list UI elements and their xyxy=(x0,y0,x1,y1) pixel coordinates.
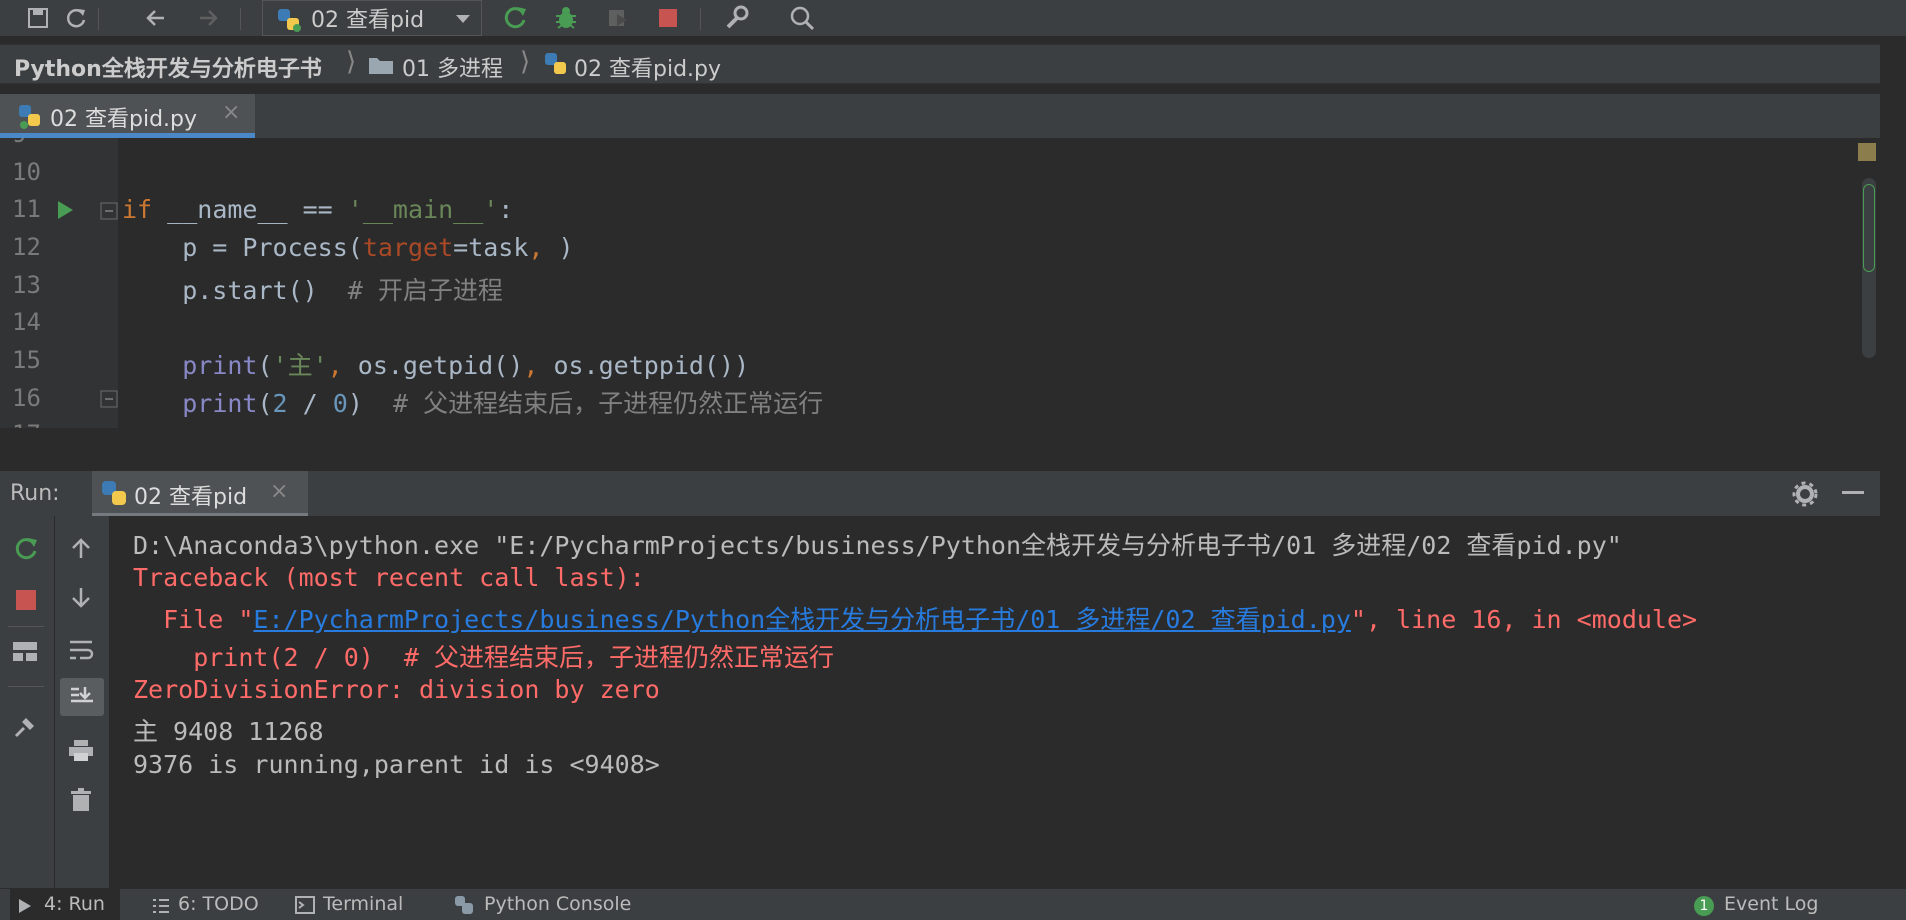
run-tab[interactable]: 02 查看pid × xyxy=(92,471,308,517)
editor-scrollbar[interactable] xyxy=(1862,178,1876,358)
run-panel-header: Run: 02 查看pid × xyxy=(0,470,1880,517)
python-icon xyxy=(100,479,128,511)
forward-icon[interactable] xyxy=(194,4,222,32)
console-line: print(2 / 0) # 父进程结束后，子进程仍然正常运行 xyxy=(133,643,835,672)
python-file-icon xyxy=(542,50,570,84)
line-number: 15 xyxy=(12,346,41,374)
console-line: D:\Anaconda3\python.exe "E:/PycharmProje… xyxy=(133,531,1622,560)
settings-wrench-icon[interactable] xyxy=(722,4,750,32)
traceback-file-link[interactable]: E:/PycharmProjects/business/Python全栈开发与分… xyxy=(253,605,1350,634)
breadcrumb-separator-icon: ⟩ xyxy=(346,47,357,77)
run-tab-label: 02 查看pid xyxy=(134,485,248,510)
console-line: 9376 is running,parent id is <9408> xyxy=(133,750,660,779)
main-toolbar: 02 查看pid xyxy=(0,0,1906,36)
sync-icon[interactable] xyxy=(62,4,90,32)
breadcrumb-file[interactable]: 02 查看pid.py xyxy=(574,51,721,83)
close-icon[interactable]: × xyxy=(222,100,240,125)
editor-tab-bar: 02 查看pid.py × xyxy=(0,94,1880,138)
stop-icon[interactable] xyxy=(14,588,38,616)
minimize-icon[interactable] xyxy=(1842,491,1864,494)
code-line-16: print(2 / 0) # 父进程结束后，子进程仍然正常运行 xyxy=(182,389,824,418)
chevron-down-icon xyxy=(453,8,473,34)
console-text: ", line 16, in <module> xyxy=(1350,605,1698,634)
run-toolbar-secondary xyxy=(55,516,110,888)
run-gutter-play-icon[interactable] xyxy=(56,200,74,224)
code-line-13: p.start() # 开启子进程 xyxy=(122,276,503,305)
console-line: ZeroDivisionError: division by zero xyxy=(133,675,660,704)
console-line: File "E:/PycharmProjects/business/Python… xyxy=(133,600,1697,636)
tool-tab-event-log[interactable]: Event Log xyxy=(1724,893,1818,915)
run-configuration-select[interactable]: 02 查看pid xyxy=(262,0,482,36)
scroll-to-end-toggle[interactable] xyxy=(60,678,104,716)
gear-icon[interactable] xyxy=(1792,481,1818,511)
breadcrumb-project[interactable]: Python全栈开发与分析电子书 xyxy=(14,51,322,83)
editor-tab-active[interactable]: 02 查看pid.py × xyxy=(0,94,255,138)
breadcrumb-folder[interactable]: 01 多进程 xyxy=(402,51,503,83)
console-line: 主 9408 11268 xyxy=(133,717,324,746)
code-line-15: print('主', os.getpid(), os.getppid()) xyxy=(182,351,750,380)
folder-icon xyxy=(368,55,394,81)
tool-window-bar: 4: Run 6: TODO Terminal Python Console 1… xyxy=(0,888,1906,920)
console-text: File " xyxy=(133,605,254,634)
fold-icon[interactable] xyxy=(100,390,118,412)
line-number: 11 xyxy=(12,195,41,223)
line-number: 16 xyxy=(12,384,41,412)
run-console-output[interactable]: D:\Anaconda3\python.exe "E:/PycharmProje… xyxy=(110,516,1880,888)
code-editor[interactable]: 9 10 11 12 13 14 15 16 17 if __name__ ==… xyxy=(0,138,1880,428)
tool-tab-run-label: 4: Run xyxy=(44,893,105,915)
print-icon[interactable] xyxy=(68,738,94,766)
python-file-icon xyxy=(16,102,44,136)
run-icon xyxy=(18,897,32,919)
event-log-badge: 1 xyxy=(1694,896,1714,916)
debug-bug-icon[interactable] xyxy=(552,4,580,32)
close-icon[interactable]: × xyxy=(270,479,288,504)
code-line-11: if __name__ == '__main__': xyxy=(122,195,514,224)
trash-icon[interactable] xyxy=(70,788,92,816)
run-toolbar-primary xyxy=(0,516,55,888)
back-icon[interactable] xyxy=(142,4,170,32)
soft-wrap-icon[interactable] xyxy=(68,638,94,666)
line-number: 10 xyxy=(12,158,41,186)
stop-icon[interactable] xyxy=(654,4,682,32)
line-number: 12 xyxy=(12,233,41,261)
line-number: 17 xyxy=(12,420,41,428)
console-line: Traceback (most recent call last): xyxy=(133,563,645,592)
run-config-label: 02 查看pid xyxy=(311,8,425,33)
arrow-up-icon[interactable] xyxy=(69,536,93,564)
line-number: 9 xyxy=(12,138,26,148)
rerun-icon[interactable] xyxy=(502,4,530,32)
breadcrumb-separator-icon: ⟩ xyxy=(520,47,531,77)
scroll-to-end-icon xyxy=(69,685,95,713)
line-number: 13 xyxy=(12,271,41,299)
layout-icon[interactable] xyxy=(12,640,38,666)
editor-tab-label: 02 查看pid.py xyxy=(50,107,198,132)
line-number: 14 xyxy=(12,308,41,336)
rerun-icon[interactable] xyxy=(14,536,40,566)
tool-tab-python-console[interactable]: Python Console xyxy=(484,893,631,915)
terminal-icon xyxy=(295,896,315,919)
breadcrumb: Python全栈开发与分析电子书 ⟩ 01 多进程 ⟩ 02 查看pid.py xyxy=(0,44,1880,84)
code-line-12: p = Process(target=task, ) xyxy=(122,233,574,262)
save-icon[interactable] xyxy=(24,4,52,32)
tool-tab-run[interactable]: 4: Run xyxy=(10,889,120,920)
run-panel-label: Run: xyxy=(10,481,60,506)
tool-tab-terminal[interactable]: Terminal xyxy=(323,893,403,915)
fold-icon[interactable] xyxy=(100,202,118,224)
arrow-down-icon[interactable] xyxy=(69,586,93,614)
python-file-icon xyxy=(275,6,303,40)
python-console-icon xyxy=(454,895,474,920)
inspection-marker[interactable] xyxy=(1858,143,1876,161)
todo-list-icon xyxy=(152,897,170,919)
run-with-coverage-icon[interactable] xyxy=(604,4,632,32)
tool-tab-todo[interactable]: 6: TODO xyxy=(178,893,259,915)
pin-icon[interactable] xyxy=(12,714,38,744)
search-icon[interactable] xyxy=(788,4,816,32)
